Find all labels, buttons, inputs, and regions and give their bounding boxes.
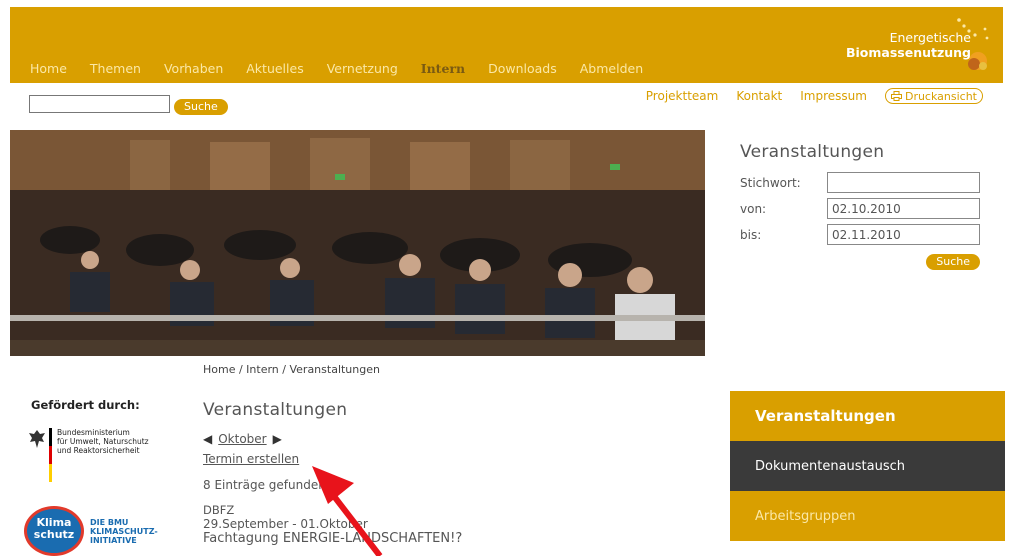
klima-text-line: DIE BMU [90,517,129,527]
prev-month-icon[interactable]: ◀ [203,432,212,446]
klimaschutz-badge: Klima schutz [24,506,84,556]
site-header: Home Themen Vorhaben Aktuelles Vernetzun… [0,0,1013,84]
nav-item-home[interactable]: Home [30,61,67,76]
link-projektteam[interactable]: Projektteam [646,89,719,103]
conference-photo [10,130,705,356]
klimaschutz-text: DIE BMU KLIMASCHUTZ- INITIATIVE [90,518,158,545]
nav-item-vernetzung[interactable]: Vernetzung [327,61,398,76]
next-month-icon[interactable]: ▶ [273,432,282,446]
biomass-logo-icon [957,18,989,70]
current-month-link[interactable]: Oktober [218,432,266,446]
bmu-logo[interactable]: Bundesministerium für Umwelt, Naturschut… [28,428,149,482]
main-nav: Home Themen Vorhaben Aktuelles Vernetzun… [30,61,666,76]
search-button[interactable]: Suche [174,99,228,115]
hero-image-conference-audience [10,130,705,356]
month-navigation: ◀ Oktober ▶ [203,432,703,446]
nav-item-themen[interactable]: Themen [90,61,141,76]
event-search-title: Veranstaltungen [740,142,885,162]
klima-badge-line: schutz [33,528,75,541]
klima-text-line: INITIATIVE [90,535,137,545]
nav-item-downloads[interactable]: Downloads [488,61,557,76]
page-title: Veranstaltungen [203,400,348,420]
search-input[interactable] [29,95,170,113]
keyword-row: Stichwort: [740,172,985,193]
side-menu-veranstaltungen[interactable]: Veranstaltungen [730,391,1005,441]
keyword-input[interactable] [827,172,980,193]
event-search-panel: Veranstaltungen Stichwort: von: bis: Suc… [740,142,985,270]
create-event-link[interactable]: Termin erstellen [203,452,703,466]
nav-item-abmelden[interactable]: Abmelden [580,61,643,76]
nav-item-intern[interactable]: Intern [421,61,465,76]
event-org: DBFZ [203,503,235,517]
bmu-line: und Reaktorsicherheit [57,446,140,455]
printer-icon [890,91,902,101]
print-label: Druckansicht [904,89,977,103]
to-date-label: bis: [740,227,762,242]
link-kontakt[interactable]: Kontakt [736,89,782,103]
side-menu-arbeitsgruppen[interactable]: Arbeitsgruppen [730,491,1005,541]
from-date-input[interactable] [827,198,980,219]
to-date-input[interactable] [827,224,980,245]
result-count: 8 Einträge gefunden [203,478,326,492]
keyword-label: Stichwort: [740,175,801,190]
breadcrumb: Home / Intern / Veranstaltungen [203,363,380,376]
from-date-label: von: [740,201,767,216]
event-title[interactable]: Fachtagung ENERGIE-LANDSCHAFTEN!? [203,531,703,547]
event-date: 29.September - 01.Oktober [203,517,368,531]
nav-item-aktuelles[interactable]: Aktuelles [246,61,303,76]
nav-item-vorhaben[interactable]: Vorhaben [164,61,223,76]
link-impressum[interactable]: Impressum [800,89,867,103]
federal-eagle-icon [29,430,45,448]
from-date-row: von: [740,198,985,219]
main-content: Veranstaltungen ◀ Oktober ▶ Termin erste… [203,400,703,547]
print-button[interactable]: Druckansicht [884,88,983,104]
to-date-row: bis: [740,224,985,245]
german-flag-icon [49,428,52,482]
klimaschutz-logo[interactable]: Klima schutz DIE BMU KLIMASCHUTZ- INITIA… [24,506,158,556]
utility-links: Projektteam Kontakt Impressum Druckansic… [646,88,983,104]
funding-title: Gefördert durch: [31,398,140,412]
bmu-line: Bundesministerium [57,428,130,437]
section-menu: Veranstaltungen Dokumentenaustausch Arbe… [730,391,1005,541]
site-search: Suche [29,93,228,115]
klima-text-line: KLIMASCHUTZ- [90,526,158,536]
bmu-text: Bundesministerium für Umwelt, Naturschut… [57,428,149,482]
event-entry: DBFZ 29.September - 01.Oktober Fachtagun… [203,504,703,547]
side-menu-dokumentenaustausch[interactable]: Dokumentenaustausch [730,441,1005,491]
bmu-line: für Umwelt, Naturschutz [57,437,149,446]
event-search-button[interactable]: Suche [926,254,980,270]
